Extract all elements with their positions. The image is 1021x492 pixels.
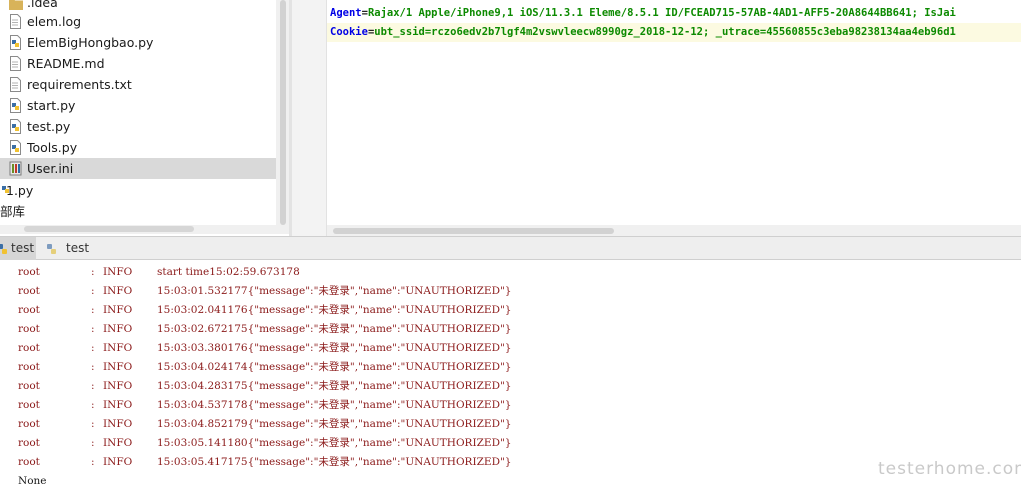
tree-item-1-py[interactable]: 1.py [0, 180, 276, 201]
tree-item-label: test.py [27, 119, 71, 134]
tree-item-label: elem.log [27, 14, 82, 29]
editor-gutter [292, 0, 327, 236]
python-run-icon [0, 241, 9, 255]
log-level: INFO [103, 418, 133, 430]
log-logger-name: root [18, 418, 40, 430]
tree-item-label: 部库 [0, 204, 26, 219]
log-separator: : [91, 266, 95, 278]
log-message: start time15:02:59.673178 [157, 266, 300, 278]
tree-item-elembighongbao[interactable]: ElemBigHongbao.py [0, 32, 276, 53]
tree-item-user-ini[interactable]: User.ini [0, 158, 276, 179]
tree-item-requirements[interactable]: requirements.txt [0, 74, 276, 95]
log-message: 15:03:04.283175{"message":"未登录","name":"… [157, 380, 512, 392]
tree-item-readme[interactable]: README.md [0, 53, 276, 74]
log-level: INFO [103, 323, 133, 335]
log-logger-name: root [18, 342, 40, 354]
tree-item-label: start.py [27, 98, 76, 113]
log-separator: : [91, 361, 95, 373]
log-logger-name: root [18, 437, 40, 449]
log-logger-name: root [18, 285, 40, 297]
file-icon [9, 56, 22, 71]
log-message: 15:03:04.852179{"message":"未登录","name":"… [157, 418, 512, 430]
log-level: INFO [103, 456, 133, 468]
tab-label: test [11, 241, 35, 255]
log-level: INFO [103, 266, 133, 278]
log-separator: : [91, 342, 95, 354]
python-file-icon [9, 119, 22, 134]
tree-item-external-libraries[interactable]: 部库 [0, 201, 276, 222]
log-separator: : [91, 399, 95, 411]
ini-file-icon [9, 161, 22, 176]
ini-key: Cookie [330, 26, 368, 38]
log-level: INFO [103, 399, 133, 411]
log-level: INFO [103, 380, 133, 392]
log-message: 15:03:01.532177{"message":"未登录","name":"… [157, 285, 512, 297]
log-level: INFO [103, 361, 133, 373]
log-message: 15:03:05.417175{"message":"未登录","name":"… [157, 456, 512, 468]
log-level: INFO [103, 304, 133, 316]
tree-item-test-py[interactable]: test.py [0, 116, 276, 137]
tab-run-test-active[interactable]: test [0, 237, 36, 260]
log-logger-name: root [18, 266, 40, 278]
tree-item-start-py[interactable]: start.py [0, 95, 276, 116]
log-message: 15:03:02.672175{"message":"未登录","name":"… [157, 323, 512, 335]
log-separator: : [91, 323, 95, 335]
file-icon [9, 77, 22, 92]
log-separator: : [91, 380, 95, 392]
python-run-icon [45, 241, 58, 255]
log-message: 15:03:04.537178{"message":"未登录","name":"… [157, 399, 512, 411]
code-editor[interactable]: Agent=Rajax/1 Apple/iPhone9,1 iOS/11.3.1… [327, 0, 1021, 225]
tree-item-elem-log[interactable]: elem.log [0, 11, 276, 32]
log-logger-name: root [18, 456, 40, 468]
python-file-icon [9, 98, 22, 113]
log-logger-name: root [18, 323, 40, 335]
tree-item-label: User.ini [27, 161, 74, 176]
folder-icon [9, 0, 23, 10]
tree-item-label: ElemBigHongbao.py [27, 35, 154, 50]
tree-item-label: requirements.txt [27, 77, 132, 92]
console-output-none: None [18, 475, 47, 487]
ini-value: ubt_ssid=rczo6edv2b7lgf4m2vswvleecw8990g… [374, 26, 956, 38]
tab-run-test[interactable]: test [40, 237, 90, 260]
log-message: 15:03:03.380176{"message":"未登录","name":"… [157, 342, 512, 354]
log-logger-name: root [18, 399, 40, 411]
code-line[interactable]: Agent=Rajax/1 Apple/iPhone9,1 iOS/11.3.1… [327, 4, 1021, 23]
tree-item-label: 1.py [6, 183, 34, 198]
file-icon [9, 14, 22, 29]
log-message: 15:03:04.024174{"message":"未登录","name":"… [157, 361, 512, 373]
ini-value: Rajax/1 Apple/iPhone9,1 iOS/11.3.1 Eleme… [367, 7, 956, 19]
log-separator: : [91, 456, 95, 468]
run-console[interactable]: root : INFO start time15:02:59.673178 ro… [0, 260, 1021, 492]
log-message: 15:03:02.041176{"message":"未登录","name":"… [157, 304, 512, 316]
log-logger-name: root [18, 361, 40, 373]
ini-key: Agent [330, 7, 362, 19]
log-message: 15:03:05.141180{"message":"未登录","name":"… [157, 437, 512, 449]
tree-item-tools-py[interactable]: Tools.py [0, 137, 276, 158]
tab-label: test [66, 241, 90, 255]
tree-vertical-scroll-thumb[interactable] [280, 0, 286, 225]
log-logger-name: root [18, 304, 40, 316]
log-separator: : [91, 285, 95, 297]
log-separator: : [91, 418, 95, 430]
tree-horizontal-scroll-thumb[interactable] [24, 226, 194, 232]
tree-item-label: Tools.py [27, 140, 78, 155]
editor-horizontal-scroll-thumb[interactable] [333, 228, 614, 234]
code-line-current[interactable]: Cookie=ubt_ssid=rczo6edv2b7lgf4m2vswvlee… [327, 23, 1021, 42]
tree-item-label: README.md [27, 56, 105, 71]
python-file-icon [9, 140, 22, 155]
python-file-icon [9, 35, 22, 50]
log-logger-name: root [18, 380, 40, 392]
log-level: INFO [103, 285, 133, 297]
log-separator: : [91, 437, 95, 449]
log-level: INFO [103, 437, 133, 449]
watermark: testerhome.com [878, 459, 1021, 479]
log-level: INFO [103, 342, 133, 354]
project-tree: .idea elem.log ElemBigHongbao.py README.… [0, 0, 276, 225]
log-separator: : [91, 304, 95, 316]
run-tab-bar: test test [0, 236, 1021, 260]
